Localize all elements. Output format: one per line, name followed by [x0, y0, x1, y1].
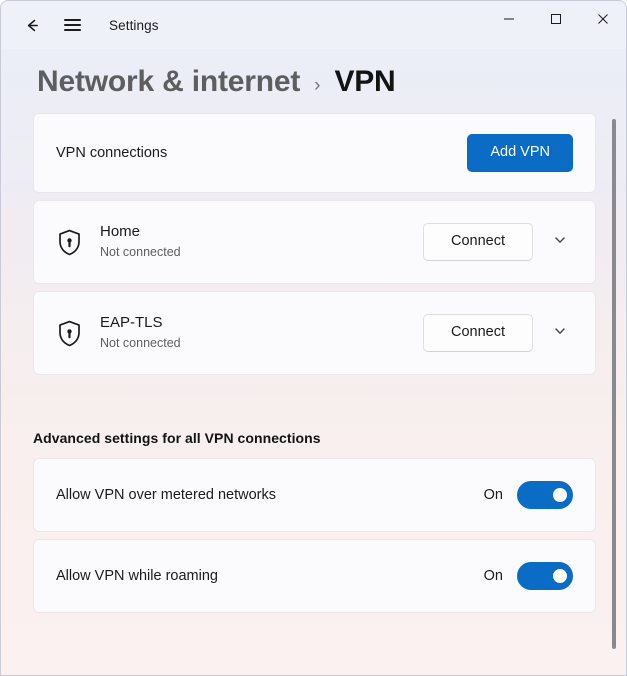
scrollbar-thumb[interactable] [612, 119, 616, 649]
settings-window: Settings Network & internet › VPN VPN co… [0, 0, 627, 676]
toggle-knob [553, 569, 567, 583]
setting-control: On [484, 562, 573, 590]
vpn-connection-name: EAP-TLS [100, 314, 163, 331]
chevron-down-icon [553, 324, 567, 343]
setting-control: On [484, 481, 573, 509]
vpn-connection-status: Not connected [100, 336, 181, 351]
setting-row-metered-networks: Allow VPN over metered networks On [33, 458, 596, 532]
title-bar: Settings [1, 1, 626, 49]
back-button[interactable] [15, 8, 49, 42]
toggle-switch-metered-networks[interactable] [517, 481, 573, 509]
close-icon [597, 12, 609, 30]
minimize-icon [503, 12, 515, 30]
setting-label: Allow VPN over metered networks [56, 487, 276, 503]
breadcrumb: Network & internet › VPN [1, 49, 626, 113]
setting-label: Allow VPN while roaming [56, 568, 218, 584]
vpn-connection-status: Not connected [100, 245, 181, 260]
chevron-down-icon [553, 233, 567, 252]
vpn-connections-label: VPN connections [56, 145, 168, 161]
navigation-menu-button[interactable] [55, 8, 89, 42]
window-controls [485, 1, 626, 41]
settings-content: VPN connections Add VPN Home Not connect… [1, 113, 626, 613]
toggle-state-label: On [483, 487, 503, 503]
advanced-settings-heading: Advanced settings for all VPN connection… [33, 430, 321, 446]
vpn-connection-row[interactable]: EAP-TLS Not connected Connect [33, 291, 596, 375]
maximize-icon [550, 12, 562, 30]
back-arrow-icon [23, 16, 42, 35]
maximize-button[interactable] [532, 1, 579, 41]
vpn-connection-name: Home [100, 223, 141, 240]
page-title: VPN [334, 65, 396, 98]
breadcrumb-parent-link[interactable]: Network & internet [37, 65, 300, 99]
hamburger-menu-icon [63, 19, 81, 31]
connect-button[interactable]: Connect [423, 314, 533, 352]
setting-row-roaming: Allow VPN while roaming On [33, 539, 596, 613]
vpn-connection-texts: Home Not connected [100, 222, 423, 262]
breadcrumb-separator-icon: › [314, 75, 321, 96]
close-button[interactable] [579, 1, 626, 41]
vertical-scrollbar[interactable] [609, 119, 619, 675]
vpn-connections-card: VPN connections Add VPN [33, 113, 596, 193]
add-vpn-button[interactable]: Add VPN [467, 134, 573, 172]
connect-button[interactable]: Connect [423, 223, 533, 261]
expand-connection-button[interactable] [543, 316, 577, 350]
toggle-switch-roaming[interactable] [517, 562, 573, 590]
expand-connection-button[interactable] [543, 225, 577, 259]
vpn-connection-row[interactable]: Home Not connected Connect [33, 200, 596, 284]
minimize-button[interactable] [485, 1, 532, 41]
shield-lock-icon [54, 320, 84, 347]
app-title: Settings [109, 17, 159, 33]
shield-lock-icon [54, 229, 84, 256]
toggle-knob [553, 488, 567, 502]
toggle-state-label: On [483, 568, 503, 584]
vpn-connection-texts: EAP-TLS Not connected [100, 313, 423, 353]
